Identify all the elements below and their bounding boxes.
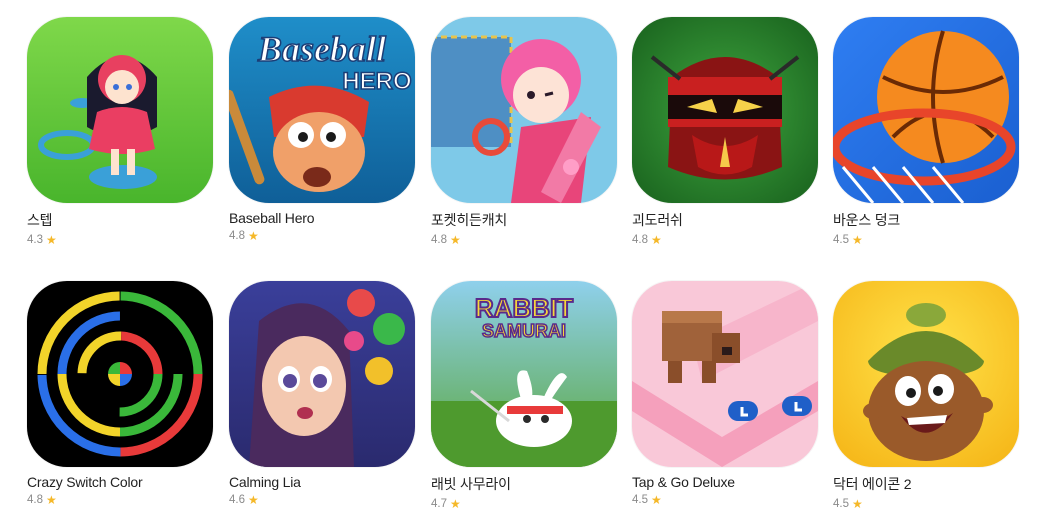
rating-value: 4.5 (833, 234, 849, 246)
app-rating: 4.5 ★ (833, 498, 1023, 510)
rating-value: 4.3 (27, 234, 43, 246)
app-rating: 4.8 ★ (229, 230, 419, 242)
rating-value: 4.5 (632, 494, 648, 506)
step-game-icon[interactable] (27, 17, 213, 203)
calming-lia-icon[interactable] (229, 281, 415, 467)
art-title-line2: SAMURAI (482, 321, 566, 341)
pocket-hidden-catch-icon[interactable] (431, 17, 617, 203)
star-icon: ★ (248, 493, 259, 507)
app-title[interactable]: 괴도러쉬 (632, 210, 822, 230)
app-rating: 4.5 ★ (833, 234, 1023, 246)
star-icon: ★ (46, 493, 57, 507)
app-title[interactable]: Baseball Hero (229, 210, 419, 226)
app-title[interactable]: Crazy Switch Color (27, 474, 217, 490)
app-grid: 스텝 4.3 ★ Baseball HERO Baseball Hero 4.8 (0, 0, 1044, 517)
goedo-rush-icon[interactable] (632, 17, 818, 203)
app-rating: 4.8 ★ (431, 234, 621, 246)
rating-value: 4.8 (431, 234, 447, 246)
app-card-baseball-hero[interactable]: Baseball HERO Baseball Hero 4.8 ★ (229, 17, 419, 242)
app-card-rabbit-samurai[interactable]: RABBIT SAMURAI 래빗 사무라이 4.7 ★ (431, 281, 621, 510)
app-card-crazy-switch-color[interactable]: Crazy Switch Color 4.8 ★ (27, 281, 217, 506)
app-title[interactable]: 스텝 (27, 210, 217, 230)
rating-value: 4.8 (632, 234, 648, 246)
bounce-dunk-icon[interactable] (833, 17, 1019, 203)
star-icon: ★ (651, 233, 662, 247)
app-title[interactable]: 포켓히든캐치 (431, 210, 621, 230)
app-title[interactable]: Calming Lia (229, 474, 419, 490)
app-card-bounce-dunk[interactable]: 바운스 덩크 4.5 ★ (833, 17, 1023, 246)
tap-and-go-deluxe-icon[interactable] (632, 281, 818, 467)
app-title[interactable]: 래빗 사무라이 (431, 474, 621, 494)
art-title-line2: HERO (342, 68, 411, 95)
app-card-step[interactable]: 스텝 4.3 ★ (27, 17, 217, 246)
crazy-switch-color-icon[interactable] (27, 281, 213, 467)
app-title[interactable]: 닥터 에이콘 2 (833, 474, 1023, 494)
app-rating: 4.6 ★ (229, 494, 419, 506)
app-rating: 4.3 ★ (27, 234, 217, 246)
app-card-goedo-rush[interactable]: 괴도러쉬 4.8 ★ (632, 17, 822, 246)
app-card-calming-lia[interactable]: Calming Lia 4.6 ★ (229, 281, 419, 506)
rating-value: 4.8 (229, 230, 245, 242)
star-icon: ★ (852, 497, 863, 511)
star-icon: ★ (450, 497, 461, 511)
rating-value: 4.8 (27, 494, 43, 506)
star-icon: ★ (248, 229, 259, 243)
rabbit-samurai-icon[interactable]: RABBIT SAMURAI (431, 281, 617, 467)
art-title-line1: RABBIT (475, 293, 573, 323)
baseball-hero-icon[interactable]: Baseball HERO (229, 17, 415, 203)
app-rating: 4.8 ★ (632, 234, 822, 246)
app-rating: 4.5 ★ (632, 494, 822, 506)
app-card-pocket-hidden-catch[interactable]: 포켓히든캐치 4.8 ★ (431, 17, 621, 246)
rating-value: 4.5 (833, 498, 849, 510)
app-rating: 4.7 ★ (431, 498, 621, 510)
star-icon: ★ (651, 493, 662, 507)
rating-value: 4.7 (431, 498, 447, 510)
rating-value: 4.6 (229, 494, 245, 506)
app-rating: 4.8 ★ (27, 494, 217, 506)
app-title[interactable]: 바운스 덩크 (833, 210, 1023, 230)
star-icon: ★ (450, 233, 461, 247)
doctor-acorn-2-icon[interactable] (833, 281, 1019, 467)
app-card-tap-and-go-deluxe[interactable]: Tap & Go Deluxe 4.5 ★ (632, 281, 822, 506)
app-title[interactable]: Tap & Go Deluxe (632, 474, 822, 490)
star-icon: ★ (852, 233, 863, 247)
star-icon: ★ (46, 233, 57, 247)
app-card-doctor-acorn-2[interactable]: 닥터 에이콘 2 4.5 ★ (833, 281, 1023, 510)
art-title-line1: Baseball (257, 29, 386, 69)
